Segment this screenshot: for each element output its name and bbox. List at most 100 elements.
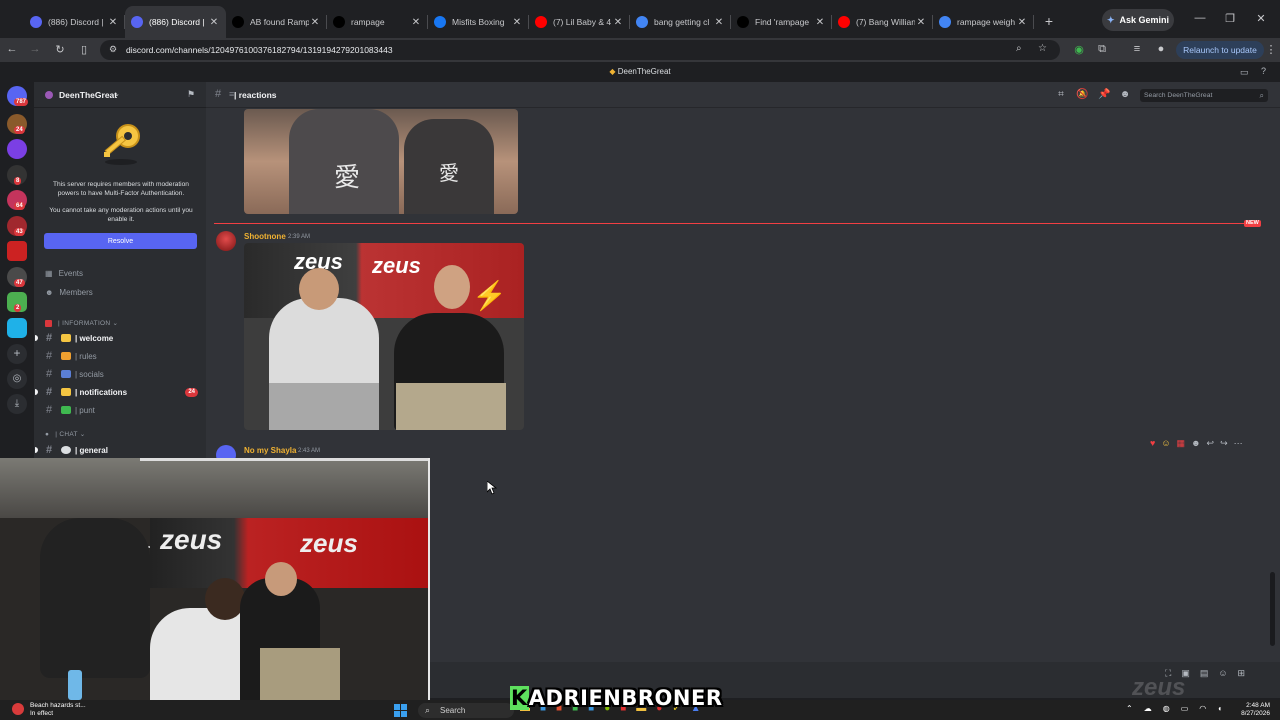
close-tab-icon[interactable]: ✕ (612, 17, 624, 28)
help-icon[interactable]: ? (1261, 66, 1266, 76)
close-window-icon[interactable]: ✕ (1253, 12, 1269, 25)
side-panel-icon[interactable]: ▯ (77, 43, 91, 56)
members-item[interactable]: ☻ Members (45, 288, 93, 297)
close-tab-icon[interactable]: ✕ (309, 17, 321, 28)
forward-icon[interactable]: ↪ (1220, 438, 1228, 449)
close-tab-icon[interactable]: ✕ (814, 17, 826, 28)
inbox-icon[interactable]: ▭ (1240, 67, 1249, 78)
member-list-icon[interactable]: ☻ (1119, 89, 1131, 101)
reaction-icon[interactable]: ▦ (1177, 438, 1186, 449)
channel-item[interactable]: # | notifications 24 (35, 384, 198, 400)
person-head (434, 265, 470, 309)
category-information[interactable]: | INFORMATION ⌄ (45, 319, 118, 327)
channel-name: | rules (75, 351, 97, 361)
channel-general[interactable]: # | general (35, 442, 198, 458)
profile-icon[interactable]: ● (1154, 43, 1168, 55)
discover-icon[interactable]: ◎ (7, 369, 27, 389)
browser-tab[interactable]: AB found Ramp ✕ (226, 6, 327, 38)
back-icon[interactable]: ← (5, 43, 19, 55)
taskbar-search[interactable]: ⌕ Search (418, 703, 514, 718)
avatar[interactable] (216, 231, 236, 251)
close-tab-icon[interactable]: ✕ (915, 17, 927, 28)
notification-bell-icon[interactable]: 🔕 (1076, 89, 1088, 101)
gaming-chair (40, 518, 150, 678)
close-tab-icon[interactable]: ✕ (1016, 17, 1028, 28)
heart-reaction-icon[interactable]: ♥ (1150, 438, 1155, 448)
close-tab-icon[interactable]: ✕ (713, 17, 725, 28)
message-image[interactable]: 愛 愛 (244, 109, 518, 214)
add-server-icon[interactable]: + (7, 344, 27, 364)
close-tab-icon[interactable]: ✕ (107, 17, 119, 28)
windows-start-icon[interactable] (394, 704, 407, 717)
site-info-icon[interactable]: ⚙ (109, 44, 117, 55)
channel-item[interactable]: # | welcome (35, 330, 198, 346)
weather-widget[interactable]: Beach hazards st... In effect (30, 702, 86, 718)
invite-icon[interactable]: ⚑ (187, 89, 195, 100)
download-icon[interactable]: ⤓ (7, 394, 27, 414)
resolve-label: Resolve (107, 237, 134, 245)
forward-icon[interactable]: → (28, 43, 42, 55)
volume-icon[interactable]: ◖ (1217, 704, 1222, 713)
browser-tab[interactable]: (886) Discord | ✕ (125, 6, 226, 38)
hash-icon: # (215, 88, 222, 100)
weather-alert-icon[interactable] (12, 703, 24, 715)
laugh-reaction-icon[interactable]: ☺ (1161, 438, 1170, 448)
pin-icon[interactable]: 📌 (1098, 89, 1110, 101)
close-tab-icon[interactable]: ✕ (208, 17, 220, 28)
server-icon[interactable] (7, 318, 27, 338)
chevron-up-icon[interactable]: ⌃ (1126, 704, 1133, 713)
browser-tab[interactable]: Find 'rampage ✕ (731, 6, 832, 38)
message-author[interactable]: Shootnone (244, 232, 286, 241)
add-reaction-icon[interactable]: ☻ (1191, 438, 1200, 448)
channel-item[interactable]: # | punt (46, 402, 198, 418)
zoom-icon[interactable]: ⌕ (1016, 43, 1022, 54)
category-chat[interactable]: ● | CHAT ⌄ (45, 430, 85, 438)
close-tab-icon[interactable]: ✕ (410, 17, 422, 28)
channel-item[interactable]: # | socials (46, 366, 198, 382)
browser-tab[interactable]: (7) Lil Baby & 4 ✕ (529, 6, 630, 38)
restore-icon[interactable]: ❐ (1222, 12, 1238, 25)
menu-kebab-icon[interactable]: ⋮ (1264, 43, 1278, 56)
resolve-button[interactable]: Resolve (44, 233, 197, 249)
browser-tab[interactable]: bang getting cl ✕ (630, 6, 731, 38)
wifi-icon[interactable]: ◠ (1199, 704, 1206, 713)
reply-icon[interactable]: ↩ (1207, 438, 1215, 449)
extension-icon[interactable]: ◉ (1072, 43, 1086, 56)
server-header[interactable]: DeenTheGreat ⌄ ⚑ (34, 82, 206, 108)
events-item[interactable]: ▦ Events (45, 269, 83, 278)
ask-gemini-button[interactable]: ✦ Ask Gemini (1102, 9, 1174, 31)
emoji-icon[interactable]: ☺ (1218, 668, 1227, 679)
chat-scrollbar[interactable] (1270, 572, 1275, 646)
taskbar-clock[interactable]: 2:48 AM 8/27/2026 (1228, 702, 1270, 718)
browser-tab[interactable]: Misfits Boxing ✕ (428, 6, 529, 38)
browser-tab[interactable]: (886) Discord | ✕ (24, 6, 125, 38)
google-icon (636, 16, 648, 28)
apps-icon[interactable]: ⊞ (1238, 668, 1246, 679)
channel-name: | socials (75, 369, 104, 379)
extensions-puzzle-icon[interactable]: ⧉ (1095, 43, 1109, 56)
close-tab-icon[interactable]: ✕ (511, 17, 523, 28)
server-icon[interactable] (7, 139, 27, 159)
channel-item[interactable]: # | rules (46, 348, 198, 364)
message-image[interactable]: zeus zeus ⚡ (244, 243, 524, 430)
microphone-icon[interactable]: ◍ (1163, 704, 1170, 713)
sticker-icon[interactable]: ▤ (1200, 668, 1209, 679)
relaunch-to-update-button[interactable]: Relaunch to update (1176, 41, 1264, 59)
new-tab-button[interactable]: + (1038, 13, 1060, 29)
search-input[interactable]: Search DeenTheGreat ⌕ (1140, 89, 1268, 102)
browser-tab[interactable]: rampage ✕ (327, 6, 428, 38)
browser-tab[interactable]: (7) Bang Willian ✕ (832, 6, 933, 38)
bookmark-star-icon[interactable]: ☆ (1038, 43, 1047, 54)
reload-icon[interactable]: ↻ (53, 43, 67, 56)
system-tray: ⌃ ☁ ◍ ▭ ◠ ◖ (1126, 704, 1222, 713)
address-bar[interactable]: ⚙ discord.com/channels/12049761003761827… (100, 40, 1060, 60)
display-icon[interactable]: ▭ (1181, 704, 1189, 713)
threads-icon[interactable]: ⌗ (1055, 89, 1067, 101)
media-controls-icon[interactable]: ≡ (1130, 43, 1144, 55)
minimize-icon[interactable]: — (1192, 12, 1208, 24)
cloud-icon[interactable]: ☁ (1144, 704, 1152, 713)
more-options-icon[interactable]: ⋯ (1234, 438, 1243, 449)
message-author[interactable]: No my Shayla (244, 446, 296, 455)
server-icon[interactable] (7, 241, 27, 261)
browser-tab[interactable]: rampage weigh ✕ (933, 6, 1034, 38)
